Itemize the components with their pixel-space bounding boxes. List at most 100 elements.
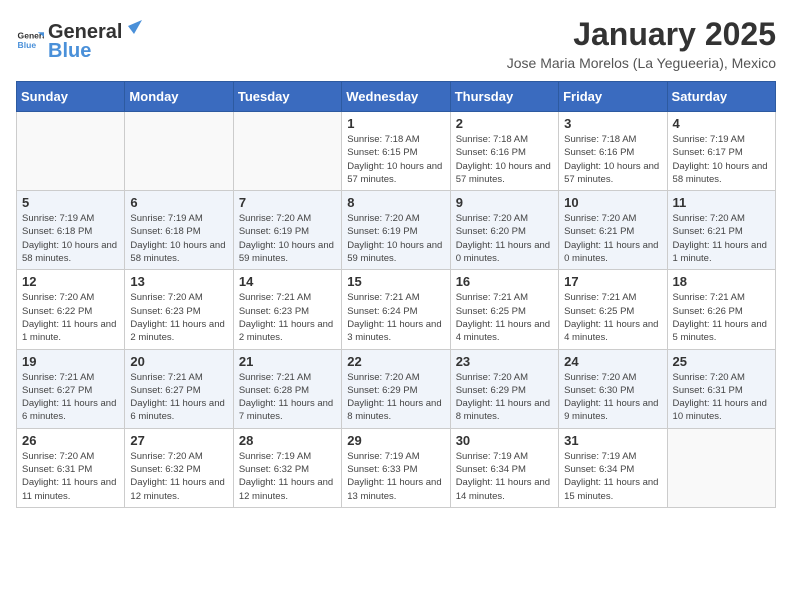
- svg-text:Blue: Blue: [18, 39, 37, 49]
- week-row: 26 Sunrise: 7:20 AM Sunset: 6:31 PM Dayli…: [17, 428, 776, 507]
- calendar-cell: [125, 112, 233, 191]
- day-info: Sunrise: 7:20 AM Sunset: 6:20 PM Dayligh…: [456, 212, 553, 265]
- week-row: 12Sunrise: 7:20 AM Sunset: 6:22 PM Dayli…: [17, 270, 776, 349]
- day-info: Sunrise: 7:18 AM Sunset: 6:16 PM Dayligh…: [456, 133, 553, 186]
- weekday-header-sunday: Sunday: [17, 82, 125, 112]
- day-info: Sunrise: 7:21 AM Sunset: 6:25 PM Dayligh…: [564, 291, 661, 344]
- calendar-cell: [667, 428, 775, 507]
- day-info: Sunrise: 7:20 AM Sunset: 6:29 PM Dayligh…: [347, 371, 444, 424]
- calendar-table: SundayMondayTuesdayWednesdayThursdayFrid…: [16, 81, 776, 508]
- calendar-cell: 5Sunrise: 7:19 AM Sunset: 6:18 PM Daylig…: [17, 191, 125, 270]
- day-info: Sunrise: 7:21 AM Sunset: 6:24 PM Dayligh…: [347, 291, 444, 344]
- logo-wordmark: General Blue: [48, 16, 142, 63]
- day-info: Sunrise: 7:19 AM Sunset: 6:33 PM Dayligh…: [347, 450, 444, 503]
- day-info: Sunrise: 7:18 AM Sunset: 6:16 PM Dayligh…: [564, 133, 661, 186]
- day-number: 30: [456, 433, 553, 448]
- day-info: Sunrise: 7:21 AM Sunset: 6:28 PM Dayligh…: [239, 371, 336, 424]
- calendar-cell: 16 Sunrise: 7:21 AM Sunset: 6:25 PM Dayli…: [450, 270, 558, 349]
- calendar-cell: 22 Sunrise: 7:20 AM Sunset: 6:29 PM Dayli…: [342, 349, 450, 428]
- day-number: 31: [564, 433, 661, 448]
- day-number: 2: [456, 116, 553, 131]
- day-number: 28: [239, 433, 336, 448]
- weekday-header-wednesday: Wednesday: [342, 82, 450, 112]
- calendar-cell: 11Sunrise: 7:20 AM Sunset: 6:21 PM Dayli…: [667, 191, 775, 270]
- day-number: 9: [456, 195, 553, 210]
- header: General Blue General Blue January 2025 J…: [16, 16, 776, 71]
- day-number: 14: [239, 274, 336, 289]
- day-number: 7: [239, 195, 336, 210]
- day-number: 25: [673, 354, 770, 369]
- day-info: Sunrise: 7:19 AM Sunset: 6:34 PM Dayligh…: [456, 450, 553, 503]
- day-info: Sunrise: 7:19 AM Sunset: 6:18 PM Dayligh…: [130, 212, 227, 265]
- day-info: Sunrise: 7:20 AM Sunset: 6:31 PM Dayligh…: [673, 371, 770, 424]
- calendar-cell: 15 Sunrise: 7:21 AM Sunset: 6:24 PM Dayli…: [342, 270, 450, 349]
- calendar-subtitle: Jose Maria Morelos (La Yegueeria), Mexic…: [507, 55, 776, 71]
- day-info: Sunrise: 7:21 AM Sunset: 6:27 PM Dayligh…: [130, 371, 227, 424]
- day-info: Sunrise: 7:20 AM Sunset: 6:19 PM Dayligh…: [239, 212, 336, 265]
- day-number: 26: [22, 433, 119, 448]
- day-number: 23: [456, 354, 553, 369]
- calendar-cell: 13 Sunrise: 7:20 AM Sunset: 6:23 PM Dayli…: [125, 270, 233, 349]
- day-info: Sunrise: 7:20 AM Sunset: 6:21 PM Dayligh…: [564, 212, 661, 265]
- day-number: 16: [456, 274, 553, 289]
- day-number: 13: [130, 274, 227, 289]
- day-number: 21: [239, 354, 336, 369]
- day-info: Sunrise: 7:21 AM Sunset: 6:27 PM Dayligh…: [22, 371, 119, 424]
- day-number: 8: [347, 195, 444, 210]
- day-info: Sunrise: 7:20 AM Sunset: 6:31 PM Dayligh…: [22, 450, 119, 503]
- calendar-cell: 10 Sunrise: 7:20 AM Sunset: 6:21 PM Dayli…: [559, 191, 667, 270]
- logo-bird-icon: [124, 16, 142, 38]
- calendar-cell: 8 Sunrise: 7:20 AM Sunset: 6:19 PM Daylig…: [342, 191, 450, 270]
- day-info: Sunrise: 7:20 AM Sunset: 6:30 PM Dayligh…: [564, 371, 661, 424]
- weekday-header-tuesday: Tuesday: [233, 82, 341, 112]
- calendar-title: January 2025: [507, 16, 776, 53]
- weekday-header-monday: Monday: [125, 82, 233, 112]
- day-number: 1: [347, 116, 444, 131]
- logo: General Blue General Blue: [16, 16, 142, 63]
- calendar-cell: 14Sunrise: 7:21 AM Sunset: 6:23 PM Dayli…: [233, 270, 341, 349]
- calendar-cell: [17, 112, 125, 191]
- weekday-header-friday: Friday: [559, 82, 667, 112]
- day-number: 10: [564, 195, 661, 210]
- day-number: 17: [564, 274, 661, 289]
- calendar-cell: 19Sunrise: 7:21 AM Sunset: 6:27 PM Dayli…: [17, 349, 125, 428]
- day-number: 22: [347, 354, 444, 369]
- title-area: January 2025 Jose Maria Morelos (La Yegu…: [507, 16, 776, 71]
- calendar-cell: 28 Sunrise: 7:19 AM Sunset: 6:32 PM Dayli…: [233, 428, 341, 507]
- day-info: Sunrise: 7:20 AM Sunset: 6:29 PM Dayligh…: [456, 371, 553, 424]
- day-info: Sunrise: 7:20 AM Sunset: 6:21 PM Dayligh…: [673, 212, 770, 265]
- day-info: Sunrise: 7:20 AM Sunset: 6:22 PM Dayligh…: [22, 291, 119, 344]
- calendar-cell: 27Sunrise: 7:20 AM Sunset: 6:32 PM Dayli…: [125, 428, 233, 507]
- calendar-cell: 24Sunrise: 7:20 AM Sunset: 6:30 PM Dayli…: [559, 349, 667, 428]
- calendar-cell: 17 Sunrise: 7:21 AM Sunset: 6:25 PM Dayli…: [559, 270, 667, 349]
- day-number: 6: [130, 195, 227, 210]
- week-row: 19Sunrise: 7:21 AM Sunset: 6:27 PM Dayli…: [17, 349, 776, 428]
- calendar-cell: 25 Sunrise: 7:20 AM Sunset: 6:31 PM Dayli…: [667, 349, 775, 428]
- weekday-header-saturday: Saturday: [667, 82, 775, 112]
- weekday-header-thursday: Thursday: [450, 82, 558, 112]
- calendar-cell: 18Sunrise: 7:21 AM Sunset: 6:26 PM Dayli…: [667, 270, 775, 349]
- calendar-cell: 12Sunrise: 7:20 AM Sunset: 6:22 PM Dayli…: [17, 270, 125, 349]
- day-info: Sunrise: 7:20 AM Sunset: 6:19 PM Dayligh…: [347, 212, 444, 265]
- day-number: 4: [673, 116, 770, 131]
- day-number: 15: [347, 274, 444, 289]
- day-info: Sunrise: 7:20 AM Sunset: 6:32 PM Dayligh…: [130, 450, 227, 503]
- svg-text:General: General: [18, 30, 44, 40]
- day-number: 5: [22, 195, 119, 210]
- calendar-cell: 26 Sunrise: 7:20 AM Sunset: 6:31 PM Dayli…: [17, 428, 125, 507]
- day-info: Sunrise: 7:19 AM Sunset: 6:17 PM Dayligh…: [673, 133, 770, 186]
- day-number: 29: [347, 433, 444, 448]
- day-info: Sunrise: 7:19 AM Sunset: 6:32 PM Dayligh…: [239, 450, 336, 503]
- weekday-header-row: SundayMondayTuesdayWednesdayThursdayFrid…: [17, 82, 776, 112]
- calendar-cell: 6 Sunrise: 7:19 AM Sunset: 6:18 PM Daylig…: [125, 191, 233, 270]
- calendar-cell: 31 Sunrise: 7:19 AM Sunset: 6:34 PM Dayli…: [559, 428, 667, 507]
- day-info: Sunrise: 7:19 AM Sunset: 6:34 PM Dayligh…: [564, 450, 661, 503]
- week-row: 1 Sunrise: 7:18 AM Sunset: 6:15 PM Daylig…: [17, 112, 776, 191]
- calendar-cell: [233, 112, 341, 191]
- calendar-cell: 21 Sunrise: 7:21 AM Sunset: 6:28 PM Dayli…: [233, 349, 341, 428]
- day-info: Sunrise: 7:21 AM Sunset: 6:25 PM Dayligh…: [456, 291, 553, 344]
- calendar-cell: 2 Sunrise: 7:18 AM Sunset: 6:16 PM Daylig…: [450, 112, 558, 191]
- calendar-cell: 20Sunrise: 7:21 AM Sunset: 6:27 PM Dayli…: [125, 349, 233, 428]
- day-info: Sunrise: 7:18 AM Sunset: 6:15 PM Dayligh…: [347, 133, 444, 186]
- day-info: Sunrise: 7:20 AM Sunset: 6:23 PM Dayligh…: [130, 291, 227, 344]
